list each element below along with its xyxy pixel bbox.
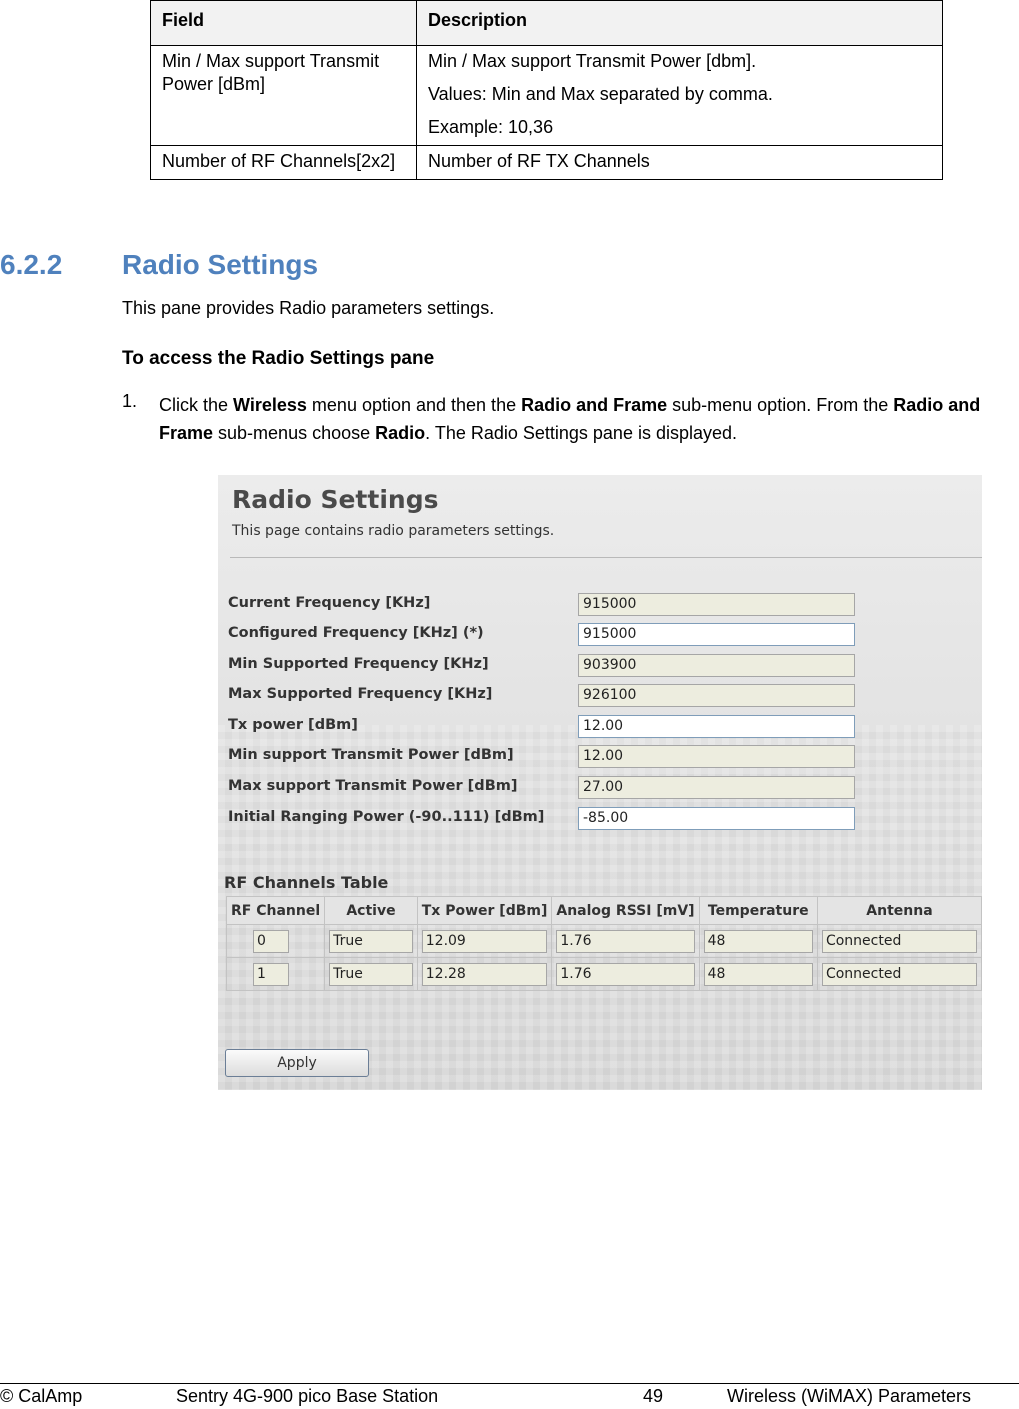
section-title: Radio Settings — [122, 249, 319, 280]
tx-power-input[interactable]: 12.00 — [578, 715, 855, 738]
column-header: Temperature — [698, 896, 818, 925]
field-description-table: Field Description Min / Max support Tran… — [150, 0, 943, 180]
footer-divider — [0, 1383, 1019, 1384]
field-label: Max support Transmit Power [dBm] — [228, 778, 518, 794]
field-label: Initial Ranging Power (-90..111) [dBm] — [228, 809, 545, 825]
field-cell: Min / Max support Transmit Power [dBm] — [150, 45, 417, 146]
step-number: 1. — [122, 391, 138, 411]
column-header: Antenna — [816, 896, 982, 925]
configured-frequency-input[interactable]: 915000 — [578, 623, 855, 646]
column-header-field: Field — [150, 0, 417, 46]
min-frequency-field: 903900 — [578, 654, 855, 677]
table-cell: 48 — [698, 924, 818, 958]
field-label: Min support Transmit Power [dBm] — [228, 747, 514, 763]
description-cell: Min / Max support Transmit Power [dbm]. … — [416, 45, 943, 146]
section-number: 6.2.2 — [0, 249, 63, 280]
table-cell: 12.28 — [416, 957, 553, 991]
active-field: True — [329, 962, 413, 986]
table-cell: True — [324, 957, 418, 991]
pane-subtitle: This page contains radio parameters sett… — [232, 523, 555, 539]
description-cell: Number of RF TX Channels — [416, 145, 943, 180]
step-text-part: Click the — [159, 395, 234, 415]
footer-product: Sentry 4G-900 pico Base Station — [176, 1386, 439, 1406]
column-header: RF Channel — [225, 896, 326, 925]
rf-channels-table: RF Channel Active Tx Power [dBm] Analog … — [225, 896, 982, 991]
column-header: Active — [324, 896, 418, 925]
max-transmit-power-field: 27.00 — [578, 776, 855, 799]
table-row: 1 True 12.28 1.76 48 Connected — [225, 957, 982, 991]
menu-name-radio-and-frame: Radio and Frame — [521, 395, 668, 415]
description-line: Example: 10,36 — [428, 117, 554, 137]
initial-ranging-power-input[interactable]: -85.00 — [578, 807, 855, 830]
pane-title: Radio Settings — [232, 485, 439, 514]
footer-chapter: Wireless (WiMAX) Parameters — [727, 1386, 972, 1406]
menu-name-wireless: Wireless — [233, 395, 307, 415]
min-transmit-power-field: 12.00 — [578, 745, 855, 768]
rf-table-header-row: RF Channel Active Tx Power [dBm] Analog … — [225, 896, 982, 925]
divider — [230, 557, 982, 558]
antenna-field: Connected — [821, 929, 977, 953]
analog-rssi-field: 1.76 — [556, 962, 695, 986]
step-text-part: sub-menus choose — [213, 423, 376, 443]
rf-channels-table-title: RF Channels Table — [224, 873, 389, 892]
active-field: True — [329, 929, 413, 953]
table-cell: True — [324, 924, 418, 958]
table-cell: Connected — [816, 924, 982, 958]
temperature-field: 48 — [703, 929, 813, 953]
field-label: Tx power [dBm] — [228, 717, 358, 733]
table-row: Number of RF Channels[2x2] Number of RF … — [150, 145, 943, 180]
field-cell: Number of RF Channels[2x2] — [150, 145, 417, 180]
footer-page-number: 49 — [643, 1386, 664, 1406]
description-line: Min / Max support Transmit Power [dbm]. — [428, 51, 757, 71]
temperature-field: 48 — [703, 962, 813, 986]
max-frequency-field: 926100 — [578, 684, 855, 707]
apply-button[interactable]: Apply — [225, 1049, 369, 1077]
table-cell: 12.09 — [416, 924, 553, 958]
step-text-part: sub-menu option. From the — [667, 395, 894, 415]
table-cell: 48 — [698, 957, 818, 991]
column-header: Analog RSSI [mV] — [551, 896, 700, 925]
table-cell: 1.76 — [551, 924, 700, 958]
tx-power-field: 12.28 — [421, 962, 548, 986]
table-cell: 1 — [225, 957, 326, 991]
menu-name-radio: Radio — [375, 423, 426, 443]
description-line: Values: Min and Max separated by comma. — [428, 84, 773, 104]
description-line: Number of RF TX Channels — [428, 151, 650, 171]
analog-rssi-field: 1.76 — [556, 929, 695, 953]
step-text: Click the Wireless menu option and then … — [159, 391, 1019, 447]
radio-settings-screenshot: Radio Settings This page contains radio … — [218, 475, 982, 1090]
footer-company: © CalAmp — [0, 1386, 83, 1406]
field-label: Max Supported Frequency [KHz] — [228, 686, 493, 702]
rf-channel-field: 0 — [253, 929, 289, 953]
current-frequency-field: 915000 — [578, 593, 855, 616]
column-header-description: Description — [416, 0, 943, 46]
column-header: Tx Power [dBm] — [416, 896, 553, 925]
table-cell: 1.76 — [551, 957, 700, 991]
rf-channel-field: 1 — [253, 962, 289, 986]
table-cell: Connected — [816, 957, 982, 991]
procedure-heading: To access the Radio Settings pane — [122, 348, 435, 369]
field-label: Configured Frequency [KHz] (*) — [228, 625, 484, 641]
step-text-part: . The Radio Settings pane is displayed. — [425, 423, 738, 443]
table-row: Min / Max support Transmit Power [dBm] M… — [150, 45, 943, 146]
table-cell: 0 — [225, 924, 326, 958]
field-label: Min Supported Frequency [KHz] — [228, 656, 489, 672]
tx-power-field: 12.09 — [421, 929, 548, 953]
field-label: Current Frequency [KHz] — [228, 595, 431, 611]
section-intro: This pane provides Radio parameters sett… — [122, 298, 495, 318]
step-text-part: menu option and then the — [306, 395, 522, 415]
table-row: 0 True 12.09 1.76 48 Connected — [225, 924, 982, 958]
antenna-field: Connected — [821, 962, 977, 986]
table-header-row: Field Description — [150, 0, 943, 46]
